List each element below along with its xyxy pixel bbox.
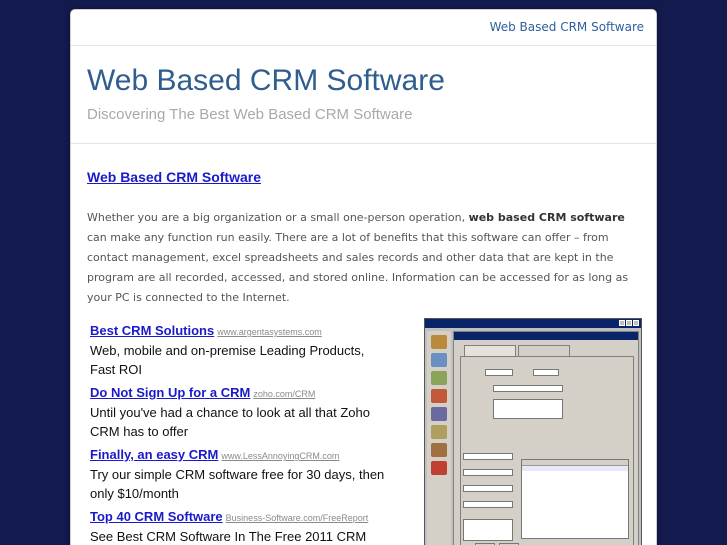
chart-icon — [431, 407, 447, 421]
screenshot-field — [463, 519, 513, 541]
screenshot-grid — [521, 459, 629, 539]
para-text-2: can make any function run easily. There … — [87, 231, 629, 304]
ad-title-link[interactable]: Finally, an easy CRM — [90, 447, 218, 462]
screenshot-sidebar — [427, 331, 451, 545]
ad-item: Best CRM Solutions www.argentasystems.com… — [90, 322, 390, 379]
folder-icon — [431, 335, 447, 349]
ad-description: See Best CRM Software In The Free 2011 C… — [90, 529, 367, 544]
ad-block: Best CRM Solutions www.argentasystems.com… — [90, 322, 390, 545]
top-bar: Web Based CRM Software — [71, 10, 656, 46]
crm-software-screenshot — [424, 318, 642, 545]
para-text-1: Whether you are a big organization or a … — [87, 211, 469, 224]
maximize-icon — [626, 320, 632, 326]
ad-header: Best CRM Solutions www.argentasystems.com — [90, 322, 390, 341]
ad-item: Finally, an easy CRM www.LessAnnoyingCRM.… — [90, 446, 390, 503]
post-paragraph: Whether you are a big organization or a … — [87, 208, 643, 308]
screenshot-field — [463, 453, 513, 460]
page-container: Web Based CRM Software Web Based CRM Sof… — [70, 9, 657, 545]
screenshot-field — [493, 399, 563, 419]
ad-url-link[interactable]: www.argentasystems.com — [217, 327, 322, 337]
screenshot-field — [463, 501, 513, 508]
site-header: Web Based CRM Software Discovering The B… — [71, 46, 656, 144]
screenshot-panel — [460, 356, 634, 545]
tools-icon — [431, 389, 447, 403]
screenshot-field — [493, 385, 563, 392]
people-icon — [431, 371, 447, 385]
para-keyword: web based CRM software — [468, 211, 625, 224]
ad-description: Until you've had a chance to look at all… — [90, 405, 370, 439]
screenshot-field — [485, 369, 513, 376]
site-title[interactable]: Web Based CRM Software — [87, 64, 445, 98]
ad-title-link[interactable]: Top 40 CRM Software — [90, 509, 223, 524]
exit-icon — [431, 461, 447, 475]
screenshot-titlebar — [425, 319, 641, 328]
top-home-link[interactable]: Web Based CRM Software — [490, 20, 644, 34]
ad-title-link[interactable]: Do Not Sign Up for a CRM — [90, 385, 250, 400]
document-icon — [431, 425, 447, 439]
screenshot-tab — [464, 345, 516, 356]
ad-header: Do Not Sign Up for a CRM zoho.com/CRM — [90, 384, 390, 403]
ad-url-link[interactable]: Business-Software.com/FreeReport — [226, 513, 369, 523]
ad-item: Top 40 CRM Software Business-Software.com… — [90, 508, 390, 545]
calendar-icon — [431, 443, 447, 457]
ad-url-link[interactable]: zoho.com/CRM — [253, 389, 315, 399]
ad-description: Web, mobile and on-premise Leading Produ… — [90, 343, 365, 377]
close-icon — [633, 320, 639, 326]
screenshot-inner-titlebar — [454, 332, 638, 340]
screenshot-window — [453, 331, 639, 545]
screenshot-grid-row — [522, 466, 628, 471]
window-icon — [431, 353, 447, 367]
site-tagline: Discovering The Best Web Based CRM Softw… — [87, 106, 413, 123]
ad-header: Finally, an easy CRM www.LessAnnoyingCRM.… — [90, 446, 390, 465]
screenshot-field — [533, 369, 559, 376]
minimize-icon — [619, 320, 625, 326]
ad-title-link[interactable]: Best CRM Solutions — [90, 323, 214, 338]
screenshot-field — [463, 485, 513, 492]
screenshot-field — [463, 469, 513, 476]
ad-header: Top 40 CRM Software Business-Software.com… — [90, 508, 390, 527]
post-content: Web Based CRM Software Whether you are a… — [87, 167, 647, 308]
post-title-link[interactable]: Web Based CRM Software — [87, 169, 261, 185]
ad-url-link[interactable]: www.LessAnnoyingCRM.com — [221, 451, 339, 461]
ad-description: Try our simple CRM software free for 30 … — [90, 467, 385, 501]
ad-item: Do Not Sign Up for a CRM zoho.com/CRM Unt… — [90, 384, 390, 441]
screenshot-tab — [518, 345, 570, 356]
